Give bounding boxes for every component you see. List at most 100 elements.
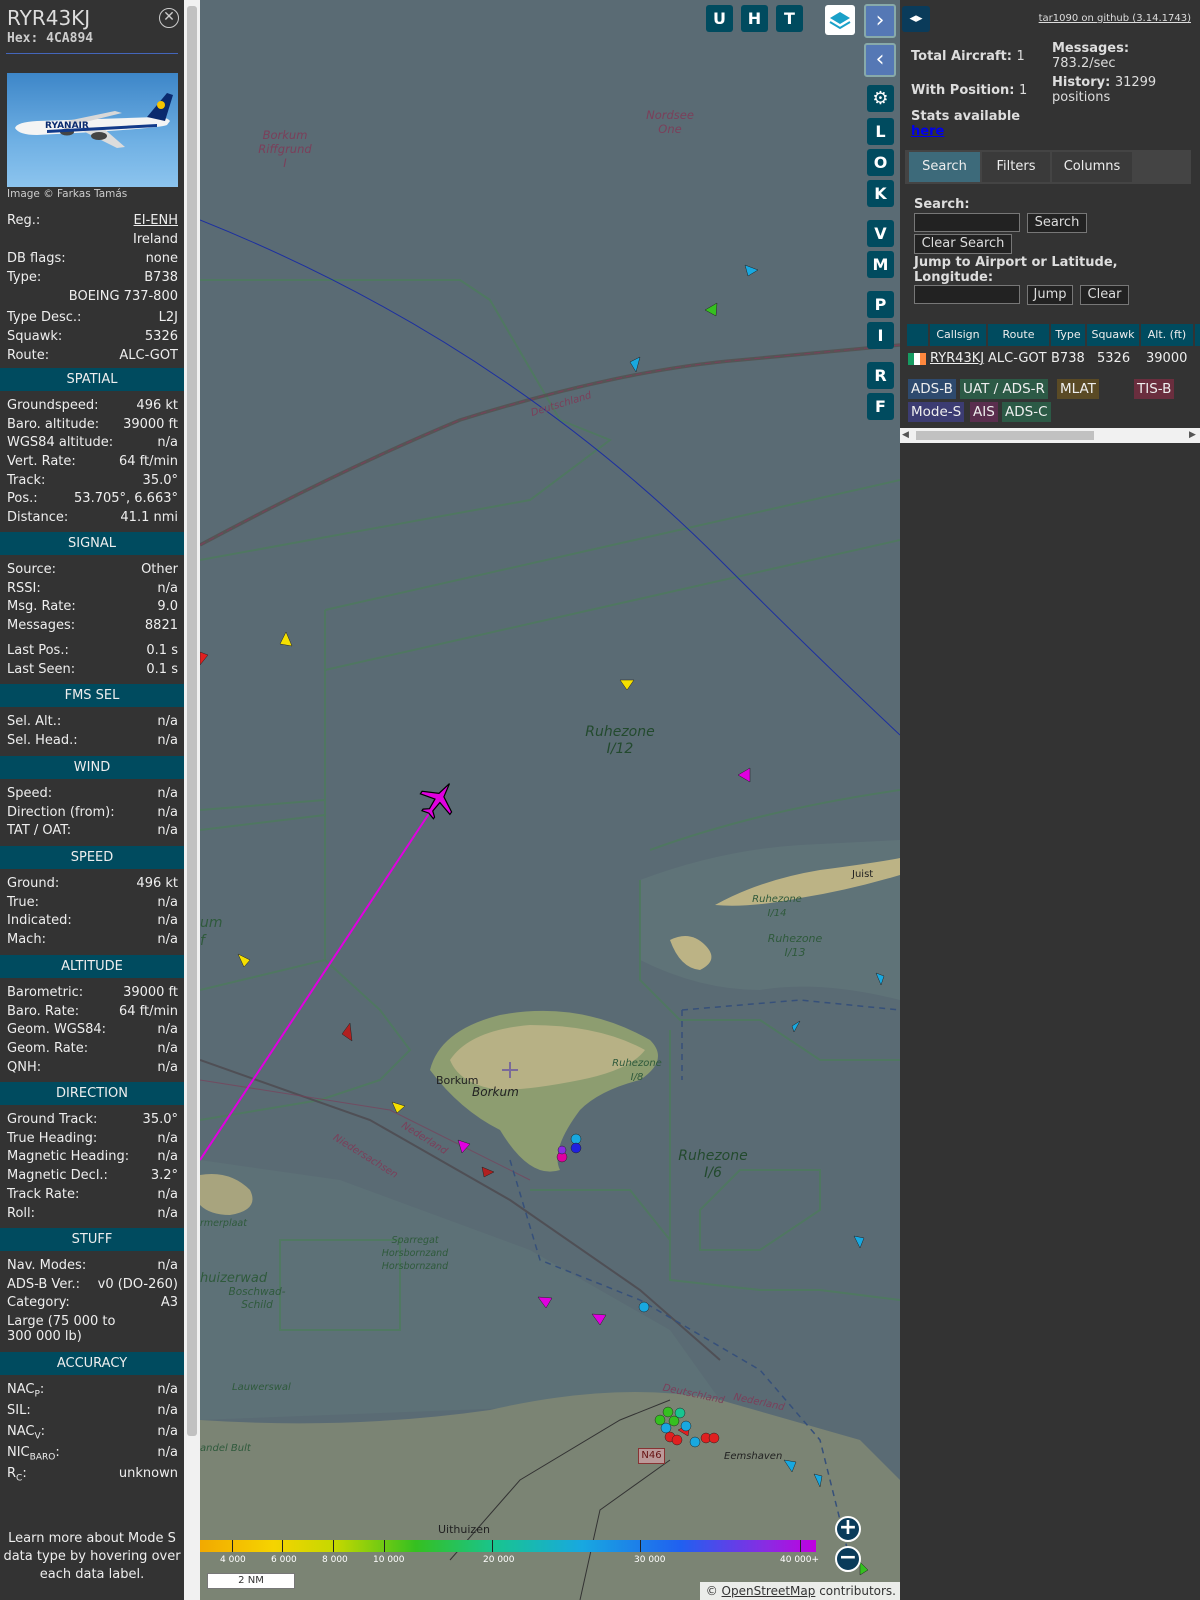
- button-p[interactable]: P: [867, 291, 894, 318]
- detail-label[interactable]: Speed:: [7, 786, 52, 801]
- detail-label[interactable]: Track:: [7, 473, 45, 488]
- collapse-left-button[interactable]: ‹: [864, 43, 896, 77]
- detail-label[interactable]: Geom. WGS84:: [7, 1022, 106, 1037]
- zoom-out-button[interactable]: −: [835, 1546, 861, 1572]
- clear-jump-button[interactable]: Clear: [1080, 285, 1129, 305]
- detail-label[interactable]: Vert. Rate:: [7, 454, 76, 469]
- tab-search[interactable]: Search: [909, 152, 980, 182]
- detail-label[interactable]: Geom. Rate:: [7, 1041, 88, 1056]
- detail-label[interactable]: Source:: [7, 562, 56, 577]
- clear-search-button[interactable]: Clear Search: [914, 234, 1012, 254]
- osm-link[interactable]: OpenStreetMap: [722, 1584, 816, 1598]
- source-tag-ais[interactable]: AIS: [970, 402, 998, 422]
- close-icon[interactable]: ✕: [159, 8, 179, 28]
- detail-label[interactable]: QNH:: [7, 1060, 41, 1075]
- detail-label[interactable]: RSSI:: [7, 581, 41, 596]
- detail-label[interactable]: Nav. Modes:: [7, 1258, 86, 1273]
- button-m[interactable]: M: [867, 251, 894, 278]
- detail-label[interactable]: True:: [7, 895, 39, 910]
- aircraft-photo[interactable]: RYANAIR: [7, 73, 178, 187]
- search-button[interactable]: Search: [1027, 213, 1087, 233]
- scroll-left-icon[interactable]: ◀: [902, 430, 909, 440]
- github-link[interactable]: tar1090 on github (3.14.1743): [1039, 13, 1191, 24]
- button-l[interactable]: L: [867, 118, 894, 145]
- detail-label[interactable]: NICBARO:: [7, 1445, 60, 1463]
- section-header-signal[interactable]: SIGNAL: [0, 532, 184, 555]
- detail-label[interactable]: Pos.:: [7, 491, 38, 506]
- detail-label[interactable]: Msg. Rate:: [7, 599, 76, 614]
- detail-label[interactable]: Barometric:: [7, 985, 83, 1000]
- detail-label[interactable]: Baro. altitude:: [7, 417, 99, 432]
- map-view[interactable]: Borkum Riffgrund I Nordsee One Deutschla…: [200, 0, 900, 1600]
- detail-label[interactable]: NACV:: [7, 1424, 45, 1442]
- info-row-value[interactable]: EI-ENH: [134, 213, 178, 228]
- source-tag-mlat[interactable]: MLAT: [1057, 379, 1099, 399]
- source-tag-mode-s[interactable]: Mode-S: [908, 402, 965, 422]
- source-tag-ads-b[interactable]: ADS-B: [908, 379, 956, 399]
- detail-label[interactable]: Mach:: [7, 932, 46, 947]
- expand-right-button[interactable]: ›: [864, 4, 896, 38]
- source-tag-tis-b[interactable]: TIS-B: [1134, 379, 1175, 399]
- column-header-flag[interactable]: [907, 324, 928, 346]
- detail-label[interactable]: Sel. Alt.:: [7, 714, 61, 729]
- jump-input[interactable]: [914, 285, 1020, 304]
- detail-label[interactable]: Messages:: [7, 618, 75, 633]
- button-i[interactable]: I: [867, 322, 894, 349]
- detail-label[interactable]: Track Rate:: [7, 1187, 79, 1202]
- zoom-in-button[interactable]: +: [835, 1516, 861, 1542]
- detail-label[interactable]: Last Pos.:: [7, 643, 69, 658]
- jump-button[interactable]: Jump: [1027, 285, 1073, 305]
- detail-label[interactable]: Magnetic Decl.:: [7, 1168, 108, 1183]
- detail-label[interactable]: Indicated:: [7, 913, 72, 928]
- detail-label[interactable]: SIL:: [7, 1403, 31, 1418]
- detail-label[interactable]: Baro. Rate:: [7, 1004, 79, 1019]
- section-header-direction[interactable]: DIRECTION: [0, 1082, 184, 1105]
- stats-link[interactable]: here: [911, 124, 944, 139]
- detail-label[interactable]: Ground:: [7, 876, 59, 891]
- layers-button[interactable]: [825, 5, 855, 35]
- section-header-accuracy[interactable]: ACCURACY: [0, 1352, 184, 1375]
- button-r[interactable]: R: [867, 362, 894, 389]
- detail-label[interactable]: TAT / OAT:: [7, 823, 71, 838]
- detail-label[interactable]: NACP:: [7, 1382, 44, 1400]
- column-header-type[interactable]: Type: [1051, 324, 1085, 346]
- button-k[interactable]: K: [867, 180, 894, 207]
- settings-button[interactable]: ⚙: [867, 85, 894, 112]
- source-tag-ads-c[interactable]: ADS-C: [1002, 402, 1051, 422]
- button-h[interactable]: H: [741, 5, 768, 32]
- detail-label[interactable]: WGS84 altitude:: [7, 435, 113, 450]
- detail-label[interactable]: Magnetic Heading:: [7, 1149, 129, 1164]
- section-header-wind[interactable]: WIND: [0, 756, 184, 779]
- detail-label[interactable]: Ground Track:: [7, 1112, 97, 1127]
- scroll-right-icon[interactable]: ▶: [1189, 430, 1196, 440]
- detail-label[interactable]: RC:: [7, 1466, 27, 1484]
- button-u[interactable]: U: [706, 5, 733, 32]
- section-header-fms-sel[interactable]: FMS SEL: [0, 684, 184, 707]
- column-header-route[interactable]: Route: [988, 324, 1049, 346]
- section-header-stuff[interactable]: STUFF: [0, 1228, 184, 1251]
- detail-label[interactable]: Roll:: [7, 1206, 35, 1221]
- button-f[interactable]: F: [867, 393, 894, 420]
- toggle-sidebar-button[interactable]: ◂▸: [902, 6, 930, 32]
- detail-label[interactable]: ADS-B Ver.:: [7, 1277, 80, 1292]
- button-v[interactable]: V: [867, 220, 894, 247]
- tab-columns[interactable]: Columns: [1052, 152, 1132, 182]
- section-header-speed[interactable]: SPEED: [0, 846, 184, 869]
- tab-filters[interactable]: Filters: [982, 152, 1050, 182]
- row-callsign[interactable]: RYR43KJ: [930, 350, 984, 368]
- detail-label[interactable]: Category:: [7, 1295, 70, 1310]
- column-header-callsign[interactable]: Callsign: [930, 324, 986, 346]
- section-header-spatial[interactable]: SPATIAL: [0, 368, 184, 391]
- button-t[interactable]: T: [776, 5, 803, 32]
- detail-label[interactable]: Last Seen:: [7, 662, 75, 677]
- source-tag-uat-ads-r[interactable]: UAT / ADS-R: [960, 379, 1048, 399]
- info-panel-scroll-thumb[interactable]: [187, 6, 197, 1436]
- section-header-altitude[interactable]: ALTITUDE: [0, 955, 184, 978]
- search-input[interactable]: [914, 213, 1020, 232]
- column-header-more[interactable]: [1195, 324, 1200, 346]
- detail-label[interactable]: Distance:: [7, 510, 68, 525]
- detail-label[interactable]: Groundspeed:: [7, 398, 98, 413]
- detail-label[interactable]: Direction (from):: [7, 805, 115, 820]
- column-header-altitude[interactable]: Alt. (ft): [1141, 324, 1193, 346]
- table-scroll-thumb[interactable]: [916, 431, 1094, 440]
